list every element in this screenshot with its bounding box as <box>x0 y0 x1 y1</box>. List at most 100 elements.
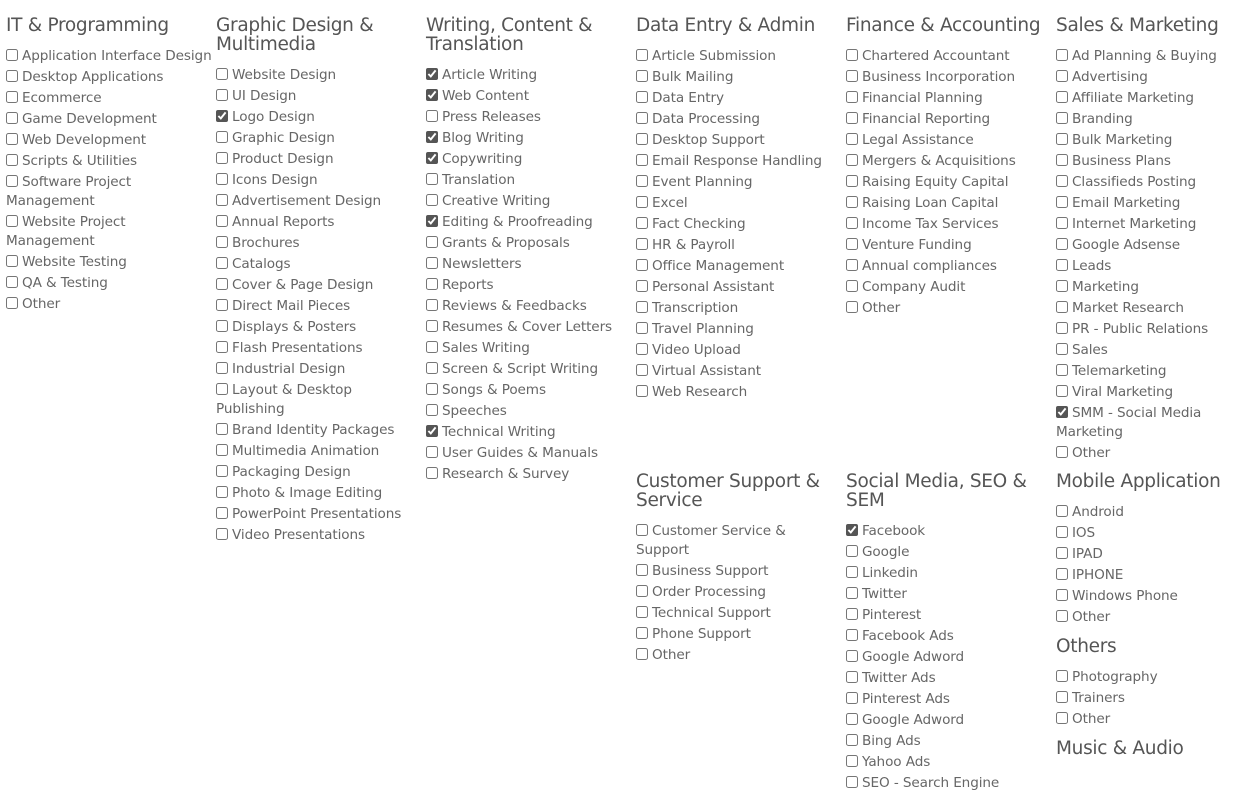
checkbox-item-travel-planning[interactable]: Travel Planning <box>636 319 842 340</box>
checkbox-item-speeches[interactable]: Speeches <box>426 401 632 422</box>
checkbox-item-facebook-ads[interactable]: Facebook Ads <box>846 626 1052 647</box>
checkbox-label[interactable]: Icons Design <box>232 172 318 188</box>
checkbox[interactable] <box>216 444 228 456</box>
checkbox-label[interactable]: Bulk Mailing <box>652 69 733 85</box>
checkbox-item-twitter[interactable]: Twitter <box>846 584 1052 605</box>
checkbox[interactable] <box>216 528 228 540</box>
checkbox-item-transcription[interactable]: Transcription <box>636 298 842 319</box>
checkbox[interactable] <box>846 280 858 292</box>
checkbox[interactable] <box>636 606 648 618</box>
checkbox-label[interactable]: Application Interface Design <box>22 48 212 64</box>
checkbox-item-catalogs[interactable]: Catalogs <box>216 254 422 275</box>
checkbox-label[interactable]: SEO - Search Engine <box>862 775 999 791</box>
checkbox-item-advertisement-design[interactable]: Advertisement Design <box>216 191 422 212</box>
checkbox-item-telemarketing[interactable]: Telemarketing <box>1056 361 1237 382</box>
checkbox[interactable] <box>216 362 228 374</box>
checkbox[interactable] <box>216 173 228 185</box>
checkbox[interactable] <box>1056 259 1068 271</box>
checkbox-label[interactable]: Mergers & Acquisitions <box>862 153 1016 169</box>
checkbox-item-direct-mail-pieces[interactable]: Direct Mail Pieces <box>216 296 422 317</box>
checkbox-label[interactable]: Pinterest <box>862 607 921 623</box>
checkbox-item-smm-social-media-marketing[interactable]: SMM - Social Media Marketing <box>1056 403 1237 443</box>
checkbox-label[interactable]: Financial Planning <box>862 90 983 106</box>
checkbox[interactable] <box>426 236 438 248</box>
checkbox[interactable] <box>216 465 228 477</box>
checkbox[interactable] <box>846 91 858 103</box>
checkbox-item-virtual-assistant[interactable]: Virtual Assistant <box>636 361 842 382</box>
checkbox-label[interactable]: Linkedin <box>862 565 918 581</box>
checkbox[interactable] <box>426 215 438 227</box>
checkbox[interactable] <box>1056 406 1068 418</box>
checkbox[interactable] <box>1056 49 1068 61</box>
checkbox-label[interactable]: Speeches <box>442 403 507 419</box>
checkbox[interactable] <box>216 341 228 353</box>
checkbox-item-logo-design[interactable]: Logo Design <box>216 107 422 128</box>
checkbox-item-copywriting[interactable]: Copywriting <box>426 149 632 170</box>
checkbox-item-newsletters[interactable]: Newsletters <box>426 254 632 275</box>
checkbox-label[interactable]: Market Research <box>1072 300 1184 316</box>
checkbox[interactable] <box>636 112 648 124</box>
checkbox-item-other[interactable]: Other <box>6 294 212 315</box>
checkbox-label[interactable]: Virtual Assistant <box>652 363 761 379</box>
checkbox-item-bulk-marketing[interactable]: Bulk Marketing <box>1056 130 1237 151</box>
checkbox-label[interactable]: Press Releases <box>442 109 541 125</box>
checkbox-label[interactable]: Screen & Script Writing <box>442 361 598 377</box>
checkbox[interactable] <box>426 383 438 395</box>
checkbox[interactable] <box>1056 322 1068 334</box>
checkbox-label[interactable]: Chartered Accountant <box>862 48 1010 64</box>
checkbox-item-sales[interactable]: Sales <box>1056 340 1237 361</box>
checkbox-label[interactable]: Article Submission <box>652 48 776 64</box>
checkbox-label[interactable]: Bing Ads <box>862 733 921 749</box>
checkbox-label[interactable]: Sales Writing <box>442 340 530 356</box>
checkbox-label[interactable]: Transcription <box>652 300 738 316</box>
checkbox-item-advertising[interactable]: Advertising <box>1056 67 1237 88</box>
checkbox[interactable] <box>636 322 648 334</box>
checkbox[interactable] <box>1056 712 1068 724</box>
checkbox[interactable] <box>216 423 228 435</box>
checkbox-item-market-research[interactable]: Market Research <box>1056 298 1237 319</box>
checkbox[interactable] <box>426 404 438 416</box>
checkbox-item-web-research[interactable]: Web Research <box>636 382 842 403</box>
checkbox-item-icons-design[interactable]: Icons Design <box>216 170 422 191</box>
checkbox-label[interactable]: Income Tax Services <box>862 216 999 232</box>
checkbox-item-business-plans[interactable]: Business Plans <box>1056 151 1237 172</box>
checkbox-item-trainers[interactable]: Trainers <box>1056 688 1237 709</box>
checkbox-label[interactable]: Office Management <box>652 258 784 274</box>
checkbox-label[interactable]: User Guides & Manuals <box>442 445 598 461</box>
checkbox[interactable] <box>636 91 648 103</box>
checkbox[interactable] <box>216 383 228 395</box>
checkbox-item-facebook[interactable]: Facebook <box>846 521 1052 542</box>
checkbox-label[interactable]: Google Adword <box>862 649 964 665</box>
checkbox-label[interactable]: Reports <box>442 277 494 293</box>
checkbox[interactable] <box>216 299 228 311</box>
checkbox-label[interactable]: Website Testing <box>22 254 127 270</box>
checkbox-item-event-planning[interactable]: Event Planning <box>636 172 842 193</box>
checkbox[interactable] <box>636 364 648 376</box>
checkbox-label[interactable]: Desktop Support <box>652 132 765 148</box>
checkbox[interactable] <box>846 196 858 208</box>
checkbox-label[interactable]: Marketing <box>1072 279 1139 295</box>
checkbox-label[interactable]: Advertising <box>1072 69 1148 85</box>
checkbox[interactable] <box>846 566 858 578</box>
checkbox-label[interactable]: Affiliate Marketing <box>1072 90 1194 106</box>
checkbox[interactable] <box>636 648 648 660</box>
checkbox[interactable] <box>1056 610 1068 622</box>
checkbox-label[interactable]: Songs & Poems <box>442 382 546 398</box>
checkbox-item-translation[interactable]: Translation <box>426 170 632 191</box>
checkbox[interactable] <box>846 259 858 271</box>
checkbox-label[interactable]: Other <box>1072 711 1110 727</box>
checkbox-label[interactable]: Product Design <box>232 151 334 167</box>
checkbox-label[interactable]: Web Research <box>652 384 747 400</box>
checkbox-label[interactable]: Twitter <box>862 586 907 602</box>
checkbox-label[interactable]: Classifieds Posting <box>1072 174 1196 190</box>
checkbox-label[interactable]: Website Design <box>232 67 336 83</box>
checkbox[interactable] <box>636 217 648 229</box>
checkbox-item-technical-support[interactable]: Technical Support <box>636 603 842 624</box>
checkbox-item-brochures[interactable]: Brochures <box>216 233 422 254</box>
checkbox[interactable] <box>6 154 18 166</box>
checkbox-item-web-content[interactable]: Web Content <box>426 86 632 107</box>
checkbox[interactable] <box>846 587 858 599</box>
checkbox[interactable] <box>846 49 858 61</box>
checkbox-label[interactable]: Technical Support <box>652 605 771 621</box>
checkbox[interactable] <box>1056 217 1068 229</box>
